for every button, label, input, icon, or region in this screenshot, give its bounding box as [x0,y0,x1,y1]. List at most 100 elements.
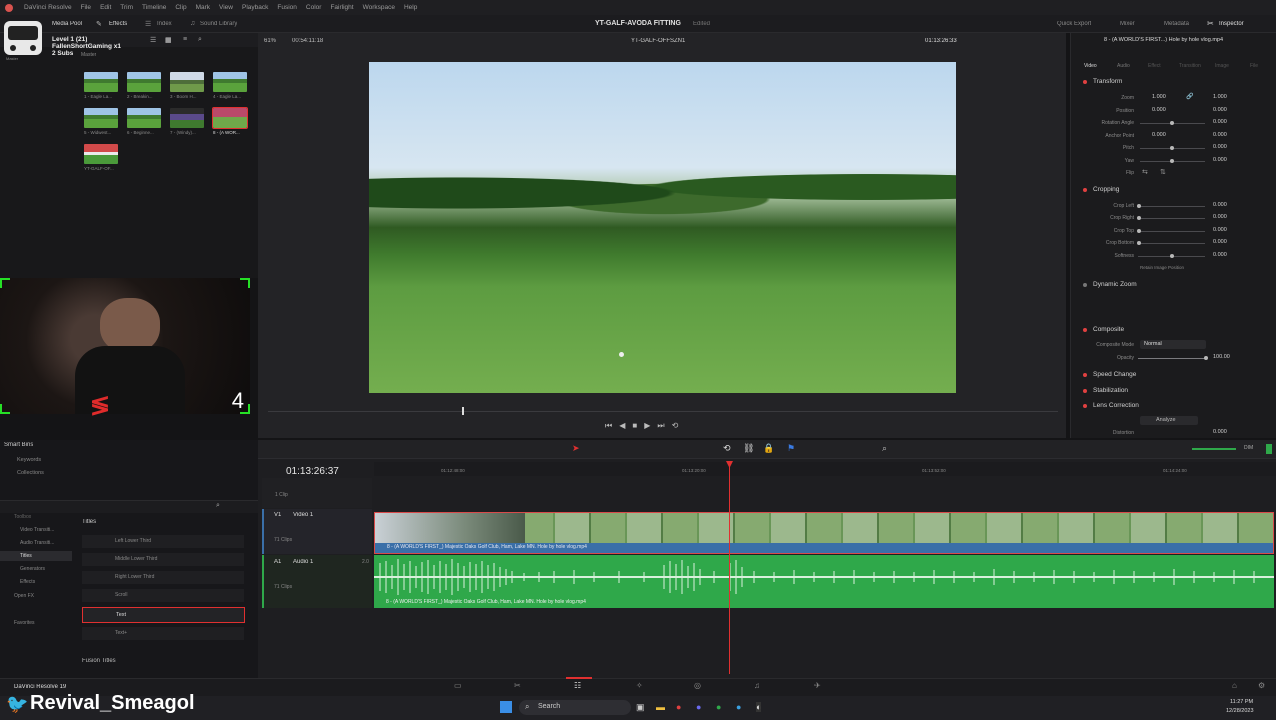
param-slider[interactable] [1138,231,1205,232]
tab-effects[interactable]: Effects [109,21,127,27]
section-enable-dot[interactable] [1083,80,1087,84]
stop-icon[interactable]: ■ [632,421,644,430]
analyze-button[interactable]: Analyze [1140,416,1198,425]
reverse-icon[interactable]: ◀ [619,421,632,430]
section-composite[interactable]: Composite [1093,326,1124,333]
cut-page-icon[interactable]: ✂ [514,681,521,690]
media-clip-thumbnail[interactable] [127,72,161,92]
slider-knob[interactable] [1137,241,1141,245]
media-clip-thumbnail[interactable] [84,72,118,92]
jump-start-icon[interactable]: ⏮ [605,421,619,431]
flip-horizontal-icon[interactable]: ⇆ [1142,168,1148,176]
video-clip[interactable]: 8 - (A WORLD'S FIRST_) Majestic Oaks Gol… [374,512,1274,554]
flip-vertical-icon[interactable]: ⇅ [1160,168,1166,176]
selection-tool-icon[interactable]: ➤ [572,443,580,454]
section-lens-correction[interactable]: Lens Correction [1093,402,1139,409]
keywords-item[interactable]: Keywords [17,457,41,463]
play-icon[interactable]: ▶ [644,421,657,430]
search-icon[interactable]: ⌕ [198,36,202,44]
effects-tree-item[interactable]: Audio Transiti... [20,540,54,546]
section-speed-change[interactable]: Speed Change [1093,371,1136,378]
media-clip-thumbnail-selected[interactable] [212,107,248,129]
effects-tree-item[interactable]: Titles [20,553,32,559]
task-view-icon[interactable]: ▣ [636,702,645,713]
volume-slider[interactable] [1192,448,1236,450]
chrome-icon[interactable]: ● [676,702,681,712]
slider-knob[interactable] [1170,146,1174,150]
fusion-page-icon[interactable]: ✧ [636,681,643,690]
param-value[interactable]: 1.000 [1152,94,1166,100]
param-value[interactable]: 0.000 [1213,252,1227,258]
section-transform[interactable]: Transform [1093,78,1122,85]
menu-edit[interactable]: Edit [100,4,111,11]
zoom-icon[interactable]: ⌕ [882,443,887,454]
media-page-icon[interactable]: ▭ [454,681,462,690]
section-enable-dot[interactable] [1083,283,1087,287]
param-value[interactable]: 0.000 [1213,429,1227,435]
media-clip-thumbnail[interactable] [127,108,161,128]
tab-transition[interactable]: Transition [1179,63,1201,69]
media-clip-thumbnail[interactable] [170,72,204,92]
section-enable-dot[interactable] [1083,389,1087,393]
media-clip-thumbnail[interactable] [213,72,247,92]
media-clip-thumbnail[interactable] [84,108,118,128]
flag-icon[interactable]: ⚑ [787,443,795,454]
param-value[interactable]: 0.000 [1213,239,1227,245]
title-item[interactable]: Text+ [82,627,244,640]
snapping-icon[interactable]: ⟲ [723,443,731,454]
edit-page-icon[interactable]: ☷ [574,681,581,690]
slider-knob[interactable] [1137,229,1141,233]
color-page-icon[interactable]: ◎ [694,681,701,690]
slider-knob[interactable] [1170,254,1174,258]
param-value[interactable]: 0.000 [1213,119,1227,125]
xbox-icon[interactable]: ● [716,702,721,712]
menu-help[interactable]: Help [404,4,417,11]
menu-file[interactable]: File [81,4,91,11]
menu-app[interactable]: DaVinci Resolve [24,4,72,11]
effects-tree-item[interactable]: Toolbox [14,514,31,520]
effects-tree-item[interactable]: Effects [20,579,35,585]
track-name[interactable]: Video 1 [293,512,313,518]
param-value[interactable]: 0.000 [1152,107,1166,113]
menu-mark[interactable]: Mark [196,4,210,11]
composite-mode-dropdown[interactable]: Normal [1140,340,1206,349]
retain-image-checkbox[interactable]: Retain Image Position [1140,265,1184,270]
param-slider[interactable] [1138,243,1205,244]
windows-start-icon[interactable] [500,701,512,713]
menu-color[interactable]: Color [306,4,322,11]
edge-icon[interactable]: ● [736,702,741,712]
fairlight-page-icon[interactable]: ♫ [754,681,760,690]
menu-trim[interactable]: Trim [120,4,133,11]
track-name[interactable]: Audio 1 [293,559,313,565]
slider-knob[interactable] [1204,356,1208,360]
tab-file[interactable]: File [1250,63,1258,69]
tab-mixer[interactable]: Mixer [1120,21,1135,27]
tab-image[interactable]: Image [1215,63,1229,69]
jump-end-icon[interactable]: ⏭ [657,421,671,431]
slider-knob[interactable] [1170,121,1174,125]
title-item-selected[interactable]: Text [82,607,245,623]
effects-search-icon[interactable]: ⌕ [216,502,220,510]
timeline-thumbnail[interactable] [84,144,118,164]
file-explorer-icon[interactable]: ▬ [656,702,665,712]
menu-clip[interactable]: Clip [175,4,186,11]
scrubber-track[interactable] [268,411,1058,412]
viewer-zoom[interactable]: 61% [264,38,276,44]
tab-quick-export[interactable]: Quick Export [1057,21,1091,27]
fusion-titles-header[interactable]: Fusion Titles [82,658,116,664]
scrubber-handle[interactable] [462,407,464,415]
timeline-name-dropdown[interactable]: YT-GALF-OFFSZN1 [631,38,685,44]
settings-icon[interactable]: ⚙ [1258,681,1265,690]
param-value[interactable]: 0.000 [1213,107,1227,113]
title-item[interactable]: Scroll [82,589,244,602]
param-slider[interactable] [1138,358,1205,359]
list-view-icon[interactable]: ☰ [150,36,156,44]
slider-knob[interactable] [1137,216,1141,220]
param-slider[interactable] [1138,218,1205,219]
slider-knob[interactable] [1137,204,1141,208]
title-item[interactable]: Middle Lower Third [82,553,244,566]
link-icon[interactable]: 🔗 [1186,93,1193,100]
effects-tree-item[interactable]: Generators [20,566,45,572]
param-slider[interactable] [1138,206,1205,207]
param-value[interactable]: 0.000 [1213,214,1227,220]
